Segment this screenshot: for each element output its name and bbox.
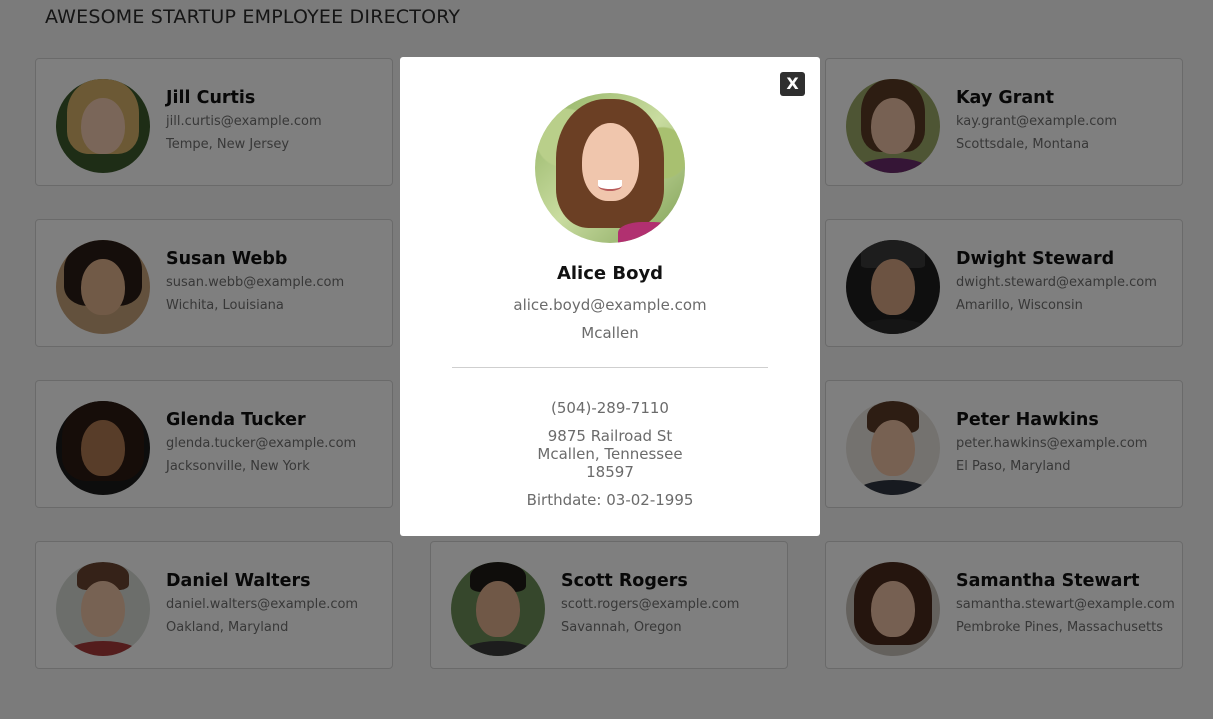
- employee-email: alice.boyd@example.com: [513, 296, 707, 314]
- employee-birthdate: Birthdate: 03-02-1995: [526, 491, 694, 509]
- employee-city: Mcallen: [581, 324, 639, 342]
- employee-detail-modal: X Alice Boyd alice.boyd@example.com Mcal…: [400, 57, 820, 536]
- divider: [452, 367, 768, 368]
- close-button[interactable]: X: [780, 72, 805, 96]
- avatar: [535, 93, 685, 243]
- employee-address: 9875 Railroad St Mcallen, Tennessee 1859…: [400, 427, 820, 481]
- employee-name: Alice Boyd: [556, 263, 664, 284]
- address-street: 9875 Railroad St: [547, 427, 673, 445]
- employee-phone: (504)-289-7110: [551, 399, 669, 417]
- address-postcode: 18597: [586, 463, 634, 481]
- address-city-state: Mcallen, Tennessee: [537, 445, 683, 463]
